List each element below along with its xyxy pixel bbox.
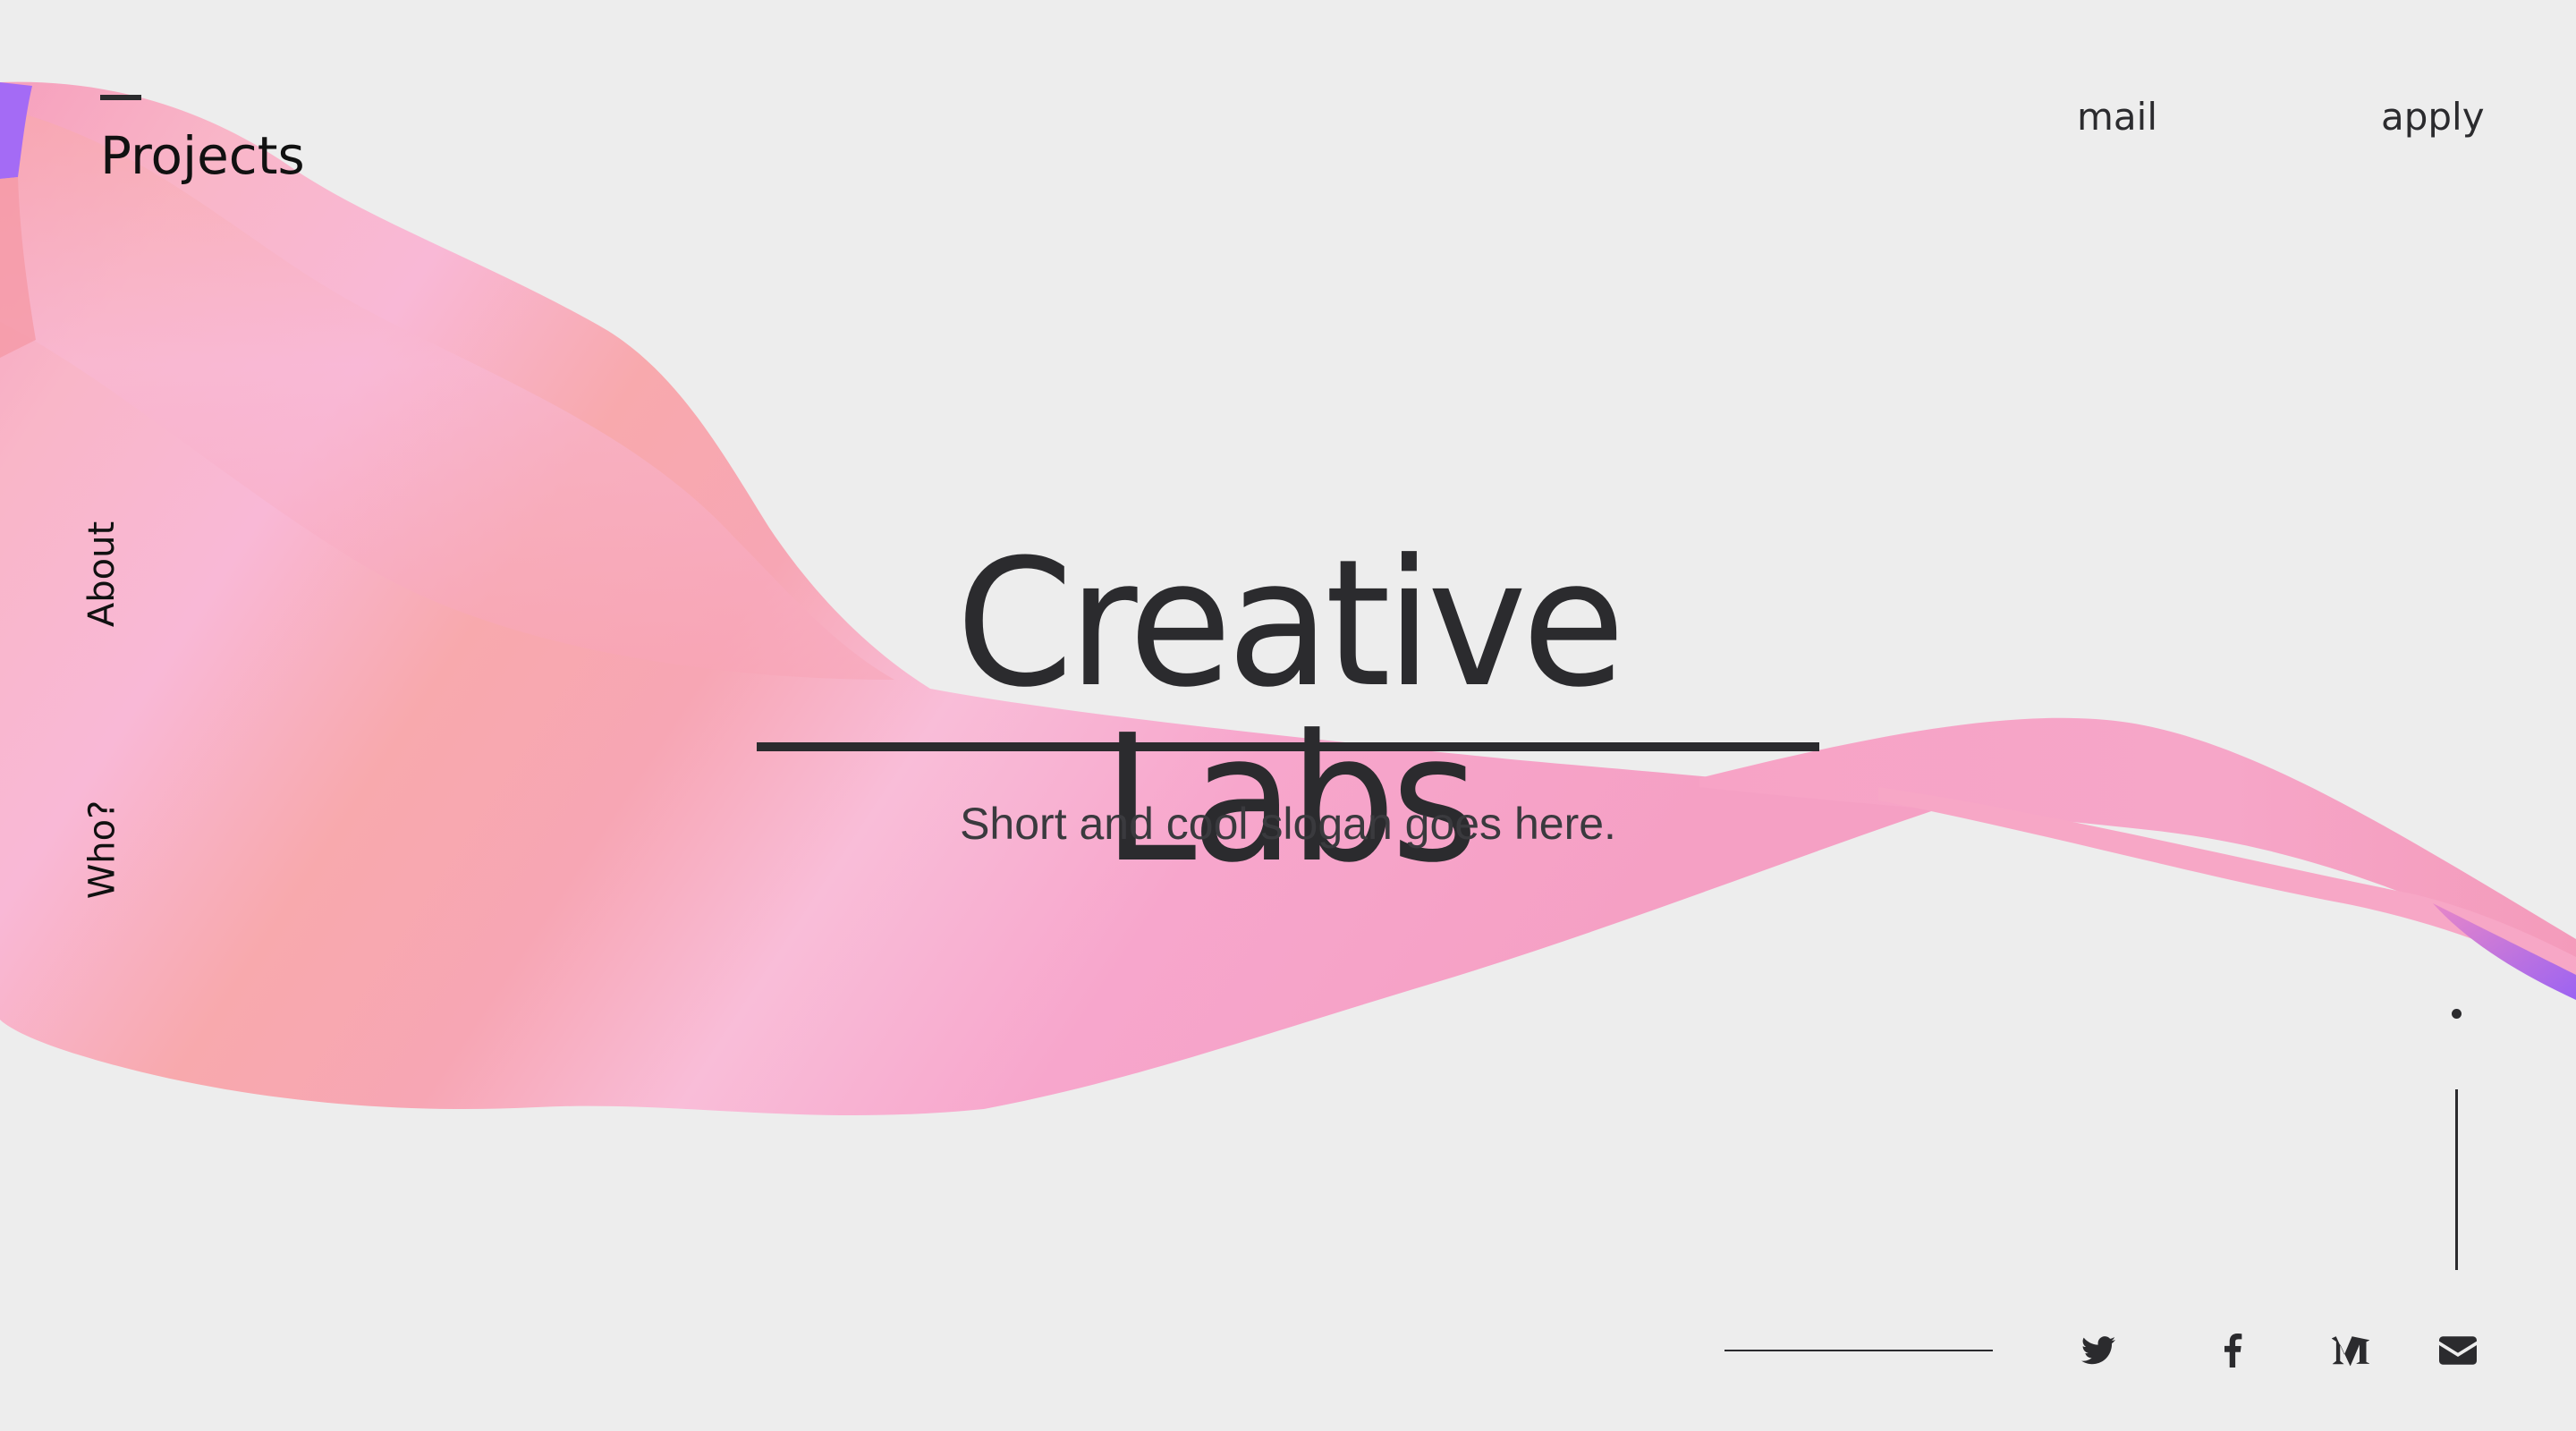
hero-slogan: Short and cool slogan goes here. <box>960 799 1616 849</box>
medium-button[interactable] <box>2329 1329 2372 1372</box>
facebook-icon <box>2224 1334 2242 1367</box>
mail-link[interactable]: mail <box>2077 95 2157 139</box>
scroll-line-indicator <box>2455 1089 2458 1270</box>
twitter-icon <box>2081 1336 2115 1365</box>
projects-link[interactable]: Projects <box>100 125 305 186</box>
footer-divider <box>1724 1350 1993 1351</box>
page: Projects About Who? mail apply Creative … <box>0 0 2576 1431</box>
envelope-icon <box>2439 1336 2477 1365</box>
hero-underline <box>757 742 1819 751</box>
hero: Creative Labs Short and cool slogan goes… <box>757 522 1819 902</box>
scroll-dot-indicator[interactable] <box>2452 1009 2462 1019</box>
apply-link[interactable]: apply <box>2381 95 2485 139</box>
facebook-button[interactable] <box>2211 1329 2254 1372</box>
twitter-button[interactable] <box>2077 1329 2120 1372</box>
projects-dash-marker <box>100 95 141 100</box>
about-link[interactable]: About <box>75 512 129 637</box>
email-button[interactable] <box>2436 1329 2479 1372</box>
medium-icon <box>2332 1336 2369 1367</box>
about-link-label: About <box>81 521 123 628</box>
who-link-label: Who? <box>81 800 123 900</box>
who-link[interactable]: Who? <box>75 787 129 912</box>
hero-title: Creative Labs <box>955 522 1626 902</box>
